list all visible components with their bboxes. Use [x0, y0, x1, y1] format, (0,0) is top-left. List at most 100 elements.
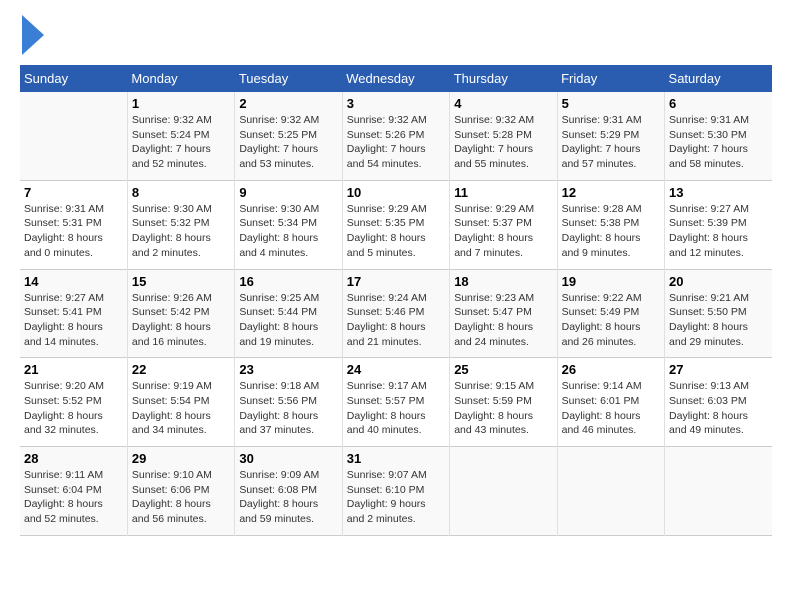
calendar-cell: [665, 447, 772, 536]
day-number: 31: [347, 451, 445, 466]
logo: [20, 20, 44, 55]
day-number: 15: [132, 274, 230, 289]
day-info: Sunrise: 9:30 AM Sunset: 5:34 PM Dayligh…: [239, 202, 337, 261]
day-header-sunday: Sunday: [20, 65, 127, 92]
day-info: Sunrise: 9:31 AM Sunset: 5:31 PM Dayligh…: [24, 202, 123, 261]
day-number: 19: [562, 274, 660, 289]
calendar-cell: 30Sunrise: 9:09 AM Sunset: 6:08 PM Dayli…: [235, 447, 342, 536]
day-number: 6: [669, 96, 768, 111]
day-info: Sunrise: 9:21 AM Sunset: 5:50 PM Dayligh…: [669, 291, 768, 350]
day-number: 16: [239, 274, 337, 289]
day-number: 26: [562, 362, 660, 377]
day-header-friday: Friday: [557, 65, 664, 92]
day-number: 13: [669, 185, 768, 200]
calendar-cell: 9 Sunrise: 9:30 AM Sunset: 5:34 PM Daylig…: [235, 180, 342, 269]
day-info: Sunrise: 9:27 AM Sunset: 5:41 PM Dayligh…: [24, 291, 123, 350]
day-info: Sunrise: 9:22 AM Sunset: 5:49 PM Dayligh…: [562, 291, 660, 350]
day-info: Sunrise: 9:13 AM Sunset: 6:03 PM Dayligh…: [669, 379, 768, 438]
day-info: Sunrise: 9:29 AM Sunset: 5:35 PM Dayligh…: [347, 202, 445, 261]
day-number: 12: [562, 185, 660, 200]
calendar-cell: 20 Sunrise: 9:21 AM Sunset: 5:50 PM Dayli…: [665, 269, 772, 358]
calendar-cell: 15 Sunrise: 9:26 AM Sunset: 5:42 PM Dayli…: [127, 269, 234, 358]
calendar-cell: 26Sunrise: 9:14 AM Sunset: 6:01 PM Dayli…: [557, 358, 664, 447]
calendar-cell: 18 Sunrise: 9:23 AM Sunset: 5:47 PM Dayli…: [450, 269, 557, 358]
day-number: 25: [454, 362, 552, 377]
day-number: 21: [24, 362, 123, 377]
calendar-cell: 19 Sunrise: 9:22 AM Sunset: 5:49 PM Dayli…: [557, 269, 664, 358]
page-header: [20, 20, 772, 55]
day-info: Sunrise: 9:26 AM Sunset: 5:42 PM Dayligh…: [132, 291, 230, 350]
day-info: Sunrise: 9:07 AM Sunset: 6:10 PM Dayligh…: [347, 468, 445, 527]
calendar-cell: 22 Sunrise: 9:19 AM Sunset: 5:54 PM Dayli…: [127, 358, 234, 447]
calendar-week-row: 7 Sunrise: 9:31 AM Sunset: 5:31 PM Daylig…: [20, 180, 772, 269]
day-header-thursday: Thursday: [450, 65, 557, 92]
day-number: 9: [239, 185, 337, 200]
day-number: 11: [454, 185, 552, 200]
calendar-cell: 3 Sunrise: 9:32 AM Sunset: 5:26 PM Daylig…: [342, 92, 449, 180]
day-info: Sunrise: 9:23 AM Sunset: 5:47 PM Dayligh…: [454, 291, 552, 350]
day-info: Sunrise: 9:19 AM Sunset: 5:54 PM Dayligh…: [132, 379, 230, 438]
day-number: 7: [24, 185, 123, 200]
calendar-cell: 27 Sunrise: 9:13 AM Sunset: 6:03 PM Dayli…: [665, 358, 772, 447]
day-number: 8: [132, 185, 230, 200]
calendar-cell: 21Sunrise: 9:20 AM Sunset: 5:52 PM Dayli…: [20, 358, 127, 447]
calendar-cell: 17Sunrise: 9:24 AM Sunset: 5:46 PM Dayli…: [342, 269, 449, 358]
day-info: Sunrise: 9:32 AM Sunset: 5:26 PM Dayligh…: [347, 113, 445, 172]
calendar-cell: 8 Sunrise: 9:30 AM Sunset: 5:32 PM Daylig…: [127, 180, 234, 269]
day-number: 22: [132, 362, 230, 377]
day-number: 4: [454, 96, 552, 111]
day-number: 5: [562, 96, 660, 111]
day-number: 10: [347, 185, 445, 200]
day-number: 1: [132, 96, 230, 111]
calendar-cell: 24 Sunrise: 9:17 AM Sunset: 5:57 PM Dayli…: [342, 358, 449, 447]
calendar-cell: 23 Sunrise: 9:18 AM Sunset: 5:56 PM Dayli…: [235, 358, 342, 447]
calendar-cell: 25 Sunrise: 9:15 AM Sunset: 5:59 PM Dayli…: [450, 358, 557, 447]
day-info: Sunrise: 9:17 AM Sunset: 5:57 PM Dayligh…: [347, 379, 445, 438]
calendar-cell: [20, 92, 127, 180]
day-info: Sunrise: 9:32 AM Sunset: 5:25 PM Dayligh…: [239, 113, 337, 172]
calendar-cell: 7 Sunrise: 9:31 AM Sunset: 5:31 PM Daylig…: [20, 180, 127, 269]
calendar-cell: [450, 447, 557, 536]
day-info: Sunrise: 9:32 AM Sunset: 5:28 PM Dayligh…: [454, 113, 552, 172]
day-info: Sunrise: 9:18 AM Sunset: 5:56 PM Dayligh…: [239, 379, 337, 438]
calendar-cell: [557, 447, 664, 536]
calendar-cell: 4 Sunrise: 9:32 AM Sunset: 5:28 PM Daylig…: [450, 92, 557, 180]
day-number: 20: [669, 274, 768, 289]
calendar-week-row: 21Sunrise: 9:20 AM Sunset: 5:52 PM Dayli…: [20, 358, 772, 447]
day-number: 27: [669, 362, 768, 377]
day-header-monday: Monday: [127, 65, 234, 92]
calendar-cell: 1Sunrise: 9:32 AM Sunset: 5:24 PM Daylig…: [127, 92, 234, 180]
calendar-week-row: 1Sunrise: 9:32 AM Sunset: 5:24 PM Daylig…: [20, 92, 772, 180]
day-header-wednesday: Wednesday: [342, 65, 449, 92]
day-number: 2: [239, 96, 337, 111]
calendar-cell: 12Sunrise: 9:28 AM Sunset: 5:38 PM Dayli…: [557, 180, 664, 269]
calendar-cell: 11 Sunrise: 9:29 AM Sunset: 5:37 PM Dayli…: [450, 180, 557, 269]
day-info: Sunrise: 9:11 AM Sunset: 6:04 PM Dayligh…: [24, 468, 123, 527]
calendar-cell: 5 Sunrise: 9:31 AM Sunset: 5:29 PM Daylig…: [557, 92, 664, 180]
day-number: 3: [347, 96, 445, 111]
calendar-week-row: 28 Sunrise: 9:11 AM Sunset: 6:04 PM Dayli…: [20, 447, 772, 536]
calendar-cell: 29Sunrise: 9:10 AM Sunset: 6:06 PM Dayli…: [127, 447, 234, 536]
day-info: Sunrise: 9:30 AM Sunset: 5:32 PM Dayligh…: [132, 202, 230, 261]
day-number: 23: [239, 362, 337, 377]
day-info: Sunrise: 9:31 AM Sunset: 5:29 PM Dayligh…: [562, 113, 660, 172]
calendar-cell: 14Sunrise: 9:27 AM Sunset: 5:41 PM Dayli…: [20, 269, 127, 358]
day-number: 30: [239, 451, 337, 466]
day-number: 24: [347, 362, 445, 377]
day-info: Sunrise: 9:31 AM Sunset: 5:30 PM Dayligh…: [669, 113, 768, 172]
day-info: Sunrise: 9:29 AM Sunset: 5:37 PM Dayligh…: [454, 202, 552, 261]
day-info: Sunrise: 9:15 AM Sunset: 5:59 PM Dayligh…: [454, 379, 552, 438]
day-header-saturday: Saturday: [665, 65, 772, 92]
calendar-cell: 28 Sunrise: 9:11 AM Sunset: 6:04 PM Dayli…: [20, 447, 127, 536]
logo-arrow-icon: [22, 15, 44, 55]
day-info: Sunrise: 9:27 AM Sunset: 5:39 PM Dayligh…: [669, 202, 768, 261]
calendar-cell: 10 Sunrise: 9:29 AM Sunset: 5:35 PM Dayli…: [342, 180, 449, 269]
day-number: 28: [24, 451, 123, 466]
day-info: Sunrise: 9:25 AM Sunset: 5:44 PM Dayligh…: [239, 291, 337, 350]
calendar-cell: 13 Sunrise: 9:27 AM Sunset: 5:39 PM Dayli…: [665, 180, 772, 269]
calendar-cell: 31 Sunrise: 9:07 AM Sunset: 6:10 PM Dayli…: [342, 447, 449, 536]
day-number: 18: [454, 274, 552, 289]
calendar-cell: 2 Sunrise: 9:32 AM Sunset: 5:25 PM Daylig…: [235, 92, 342, 180]
calendar-week-row: 14Sunrise: 9:27 AM Sunset: 5:41 PM Dayli…: [20, 269, 772, 358]
day-header-tuesday: Tuesday: [235, 65, 342, 92]
